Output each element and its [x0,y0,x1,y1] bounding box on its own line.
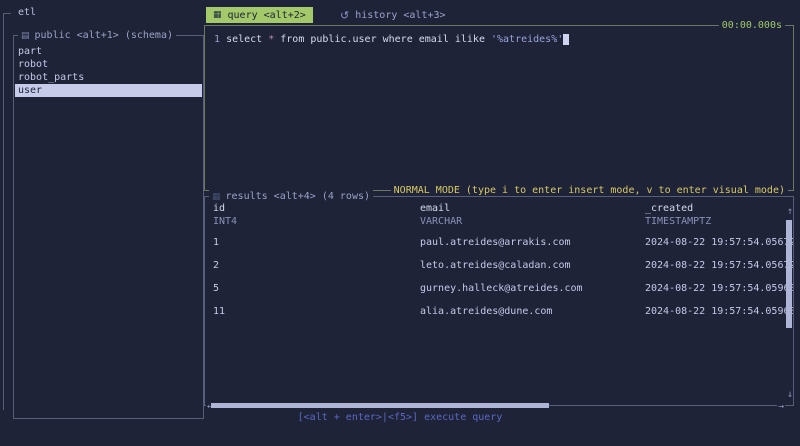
cell-created: 2024-08-22 19:57:54.05968 [645,305,793,318]
database-box: etl ▤public <alt+1> (schema) part robot … [3,13,205,410]
cell-email: leto.atreides@caladan.com [420,259,571,272]
table-row[interactable]: 5 gurney.halleck@atreides.com 2024-08-22… [205,282,793,295]
schema-panel: ▤public <alt+1> (schema) part robot robo… [13,35,204,419]
text-cursor [563,34,569,45]
tab-query-label: query <alt+2> [228,9,306,22]
vertical-scrollbar-thumb[interactable] [786,220,792,328]
sql-string-literal: '%atreides%' [491,34,563,45]
schema-panel-title-text: public <alt+1> (schema) [35,30,173,41]
table-list: part robot robot_parts user [15,45,202,97]
cell-email: alia.atreides@dune.com [420,305,552,318]
cell-id: 5 [213,282,219,295]
cell-email: gurney.halleck@atreides.com [420,282,583,295]
column-type-id: INT4 [213,215,237,228]
query-editor-panel[interactable]: 00:00.000s 1 select * from public.user w… [204,25,794,191]
column-header-id[interactable]: id [213,202,225,215]
table-list-item-robot[interactable]: robot [15,58,202,71]
cell-email: paul.atreides@arrakis.com [420,236,571,249]
tab-query[interactable]: ▦ query <alt+2> [206,7,313,23]
query-timer: 00:00.000s [719,19,785,32]
cell-id: 2 [213,259,219,272]
table-list-item-user-selected[interactable]: user [15,84,202,97]
table-row[interactable]: 11 alia.atreides@dune.com 2024-08-22 19:… [205,305,793,318]
results-panel: ▦results <alt+4> (4 rows) id email _crea… [204,196,794,406]
cell-created: 2024-08-22 19:57:54.05968 [645,282,793,295]
horizontal-scrollbar-thumb[interactable] [211,403,549,408]
cell-id: 1 [213,236,219,249]
sql-keyword: select [226,34,268,45]
table-list-item-robot-parts[interactable]: robot_parts [15,71,202,84]
column-header-created[interactable]: _created [645,202,693,215]
column-type-email: VARCHAR [420,215,462,228]
cell-created: 2024-08-22 19:57:54.05672 [645,259,793,272]
tab-history[interactable]: ↺ history <alt+3> [340,7,446,23]
table-row[interactable]: 2 leto.atreides@caladan.com 2024-08-22 1… [205,259,793,272]
table-row[interactable]: 1 paul.atreides@arrakis.com 2024-08-22 1… [205,236,793,249]
tab-history-label: history <alt+3> [355,9,445,22]
query-editor-line[interactable]: 1 select * from public.user where email … [214,33,569,46]
execute-query-keybind-hint: [<alt + enter>|<f5>] execute query [0,411,800,424]
schema-panel-title: ▤ public <alt+1> (schema) [18,29,176,43]
table-list-item-part[interactable]: part [15,45,202,58]
database-name-label: etl [15,6,39,19]
sql-clause: from public.user where email ilike [274,34,491,45]
history-circular-arrow-icon: ↺ [340,9,349,22]
results-table: id email _created INT4 VARCHAR TIMESTAMP… [205,197,793,405]
table-grid-icon: ▦ [213,9,222,22]
cell-created: 2024-08-22 19:57:54.05672 [645,236,793,249]
column-header-email[interactable]: email [420,202,450,215]
cell-id: 11 [213,305,225,318]
scroll-up-arrow-icon[interactable]: ↑ [787,205,793,218]
schema-grid-icon: ▤ [21,31,30,41]
scroll-down-arrow-icon[interactable]: ↓ [787,388,793,401]
column-type-created: TIMESTAMPTZ [645,215,711,228]
